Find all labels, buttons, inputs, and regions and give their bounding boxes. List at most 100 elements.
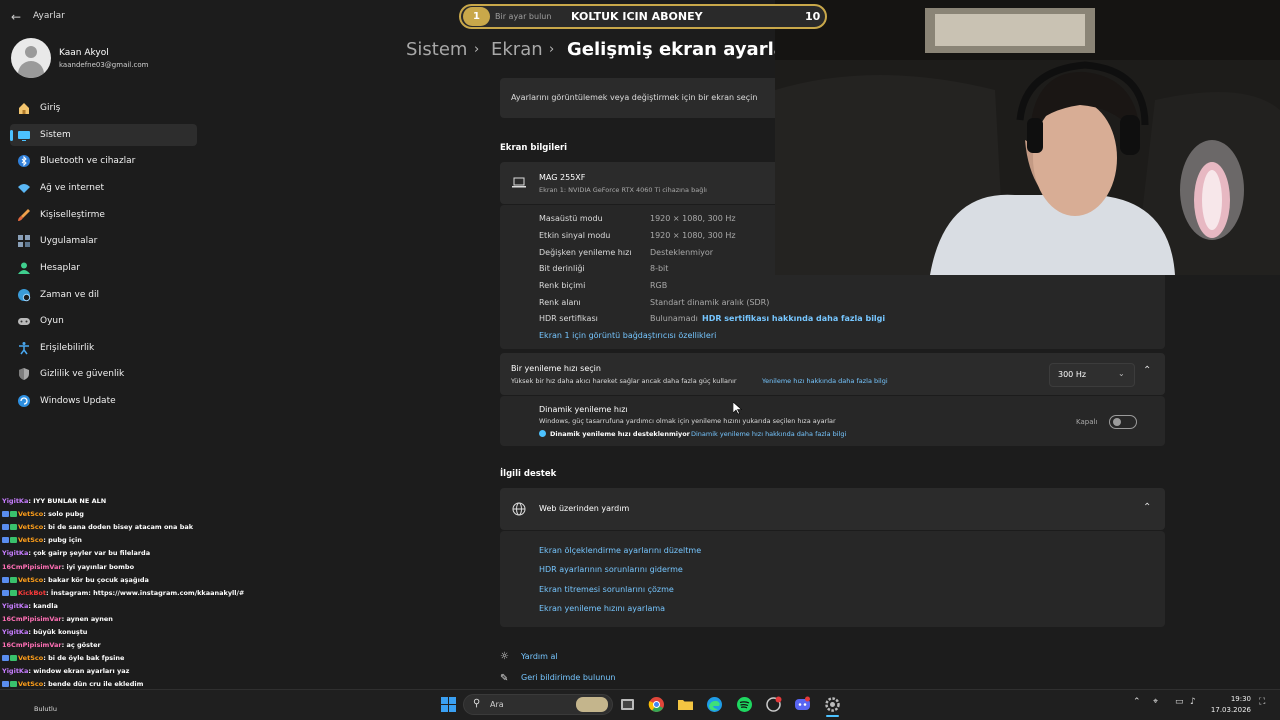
settings-search-input[interactable]: Bir ayar bulun	[495, 12, 551, 21]
chat-badge-icon	[10, 524, 17, 531]
dynamic-refresh-note: Dinamik yenileme hızı desteklenmiyor	[550, 430, 690, 438]
sidebar-item-label: Erişilebilirlik	[40, 343, 95, 353]
info-label: Renk alanı	[539, 298, 581, 307]
chevron-up-icon[interactable]: ⌃	[1143, 502, 1151, 513]
shield-icon	[19, 368, 29, 380]
chevron-up-icon[interactable]: ⌃	[1143, 365, 1151, 376]
info-value: 1920 × 1080, 300 Hz	[650, 214, 736, 223]
notification-bell-icon[interactable]: ⛶	[1259, 697, 1265, 707]
active-indicator	[10, 130, 13, 141]
sidebar-item-system[interactable]: Sistem	[10, 124, 197, 146]
chat-text: : pubg için	[43, 536, 82, 545]
sidebar-item-label: Bluetooth ve cihazlar	[40, 156, 136, 166]
refresh-rate-dropdown[interactable]: 300 Hz ⌄	[1049, 363, 1135, 387]
chat-username: YigitKa	[2, 601, 29, 610]
dynamic-refresh-desc: Windows, güç tasarrufuna yardımcı olmak …	[539, 417, 836, 425]
breadcrumb-system[interactable]: Sistem	[406, 39, 467, 60]
chat-username: 16CmPipisimVar	[2, 562, 62, 571]
sidebar-item-gaming[interactable]: Oyun	[10, 310, 197, 332]
sidebar-item-label: Windows Update	[40, 396, 116, 406]
tray-date[interactable]: 17.03.2026	[1205, 706, 1251, 714]
wifi-icon	[18, 184, 30, 193]
chat-text: : çok gairp şeyler var bu filelarda	[28, 549, 151, 558]
info-value: 8-bit	[650, 264, 669, 273]
webcam-overlay	[775, 0, 1280, 275]
volume-icon[interactable]: ♪	[1190, 697, 1196, 707]
sidebar-item-home[interactable]: Giriş	[10, 97, 197, 119]
get-help-link[interactable]: Yardım al	[521, 652, 558, 661]
dynamic-refresh-link[interactable]: Dinamik yenileme hızı hakkında daha fazl…	[691, 430, 846, 438]
feedback-link[interactable]: Geri bildirimde bulunun	[521, 673, 616, 682]
taskbar-search[interactable]: ⚲ Ara	[463, 694, 613, 715]
gamepad-icon	[18, 318, 30, 325]
bluetooth-icon	[18, 155, 30, 167]
sidebar-item-bluetooth[interactable]: Bluetooth ve cihazlar	[10, 150, 197, 172]
sidebar-item-personalization[interactable]: Kişiselleştirme	[10, 204, 197, 226]
chat-badge-icon	[2, 537, 9, 544]
support-link[interactable]: Ekran yenileme hızını ayarlama	[539, 604, 665, 613]
support-link[interactable]: HDR ayarlarının sorunlarını giderme	[539, 565, 683, 574]
info-label: Değişken yenileme hızı	[539, 248, 632, 257]
avatar[interactable]	[11, 38, 51, 78]
webcam-image	[775, 0, 1280, 275]
goal-current: 1	[463, 7, 490, 26]
info-value: Standart dinamik aralık (SDR)	[650, 298, 770, 307]
chat-username: VetSco	[18, 575, 44, 584]
refresh-info-link[interactable]: Yenileme hızı hakkında daha fazla bilgi	[762, 377, 888, 385]
chat-text: : kandla	[28, 601, 58, 610]
search-icon: ⚲	[473, 698, 481, 709]
monitor-subtitle: Ekran 1: NVIDIA GeForce RTX 4060 Ti ciha…	[539, 186, 707, 194]
chevron-up-icon[interactable]: ⌃	[1133, 697, 1141, 707]
tray-time[interactable]: 19:30	[1213, 695, 1251, 703]
breadcrumb-display[interactable]: Ekran	[491, 39, 543, 60]
windows-start-icon[interactable]	[440, 696, 457, 713]
chat-badge-icon	[2, 511, 9, 518]
file-explorer-icon[interactable]	[677, 696, 694, 713]
sidebar-item-apps[interactable]: Uygulamalar	[10, 230, 197, 252]
active-app-indicator	[826, 715, 839, 717]
network-icon[interactable]: ⌖	[1153, 697, 1158, 707]
select-display-label: Ayarlarını görüntülemek veya değiştirmek…	[511, 93, 758, 102]
chat-username: VetSco	[18, 523, 44, 532]
sidebar-item-privacy[interactable]: Gizlilik ve güvenlik	[10, 363, 197, 385]
edge-icon[interactable]	[706, 696, 723, 713]
settings-gear-icon[interactable]	[824, 696, 841, 713]
chat-message: 16CmPipisimVar: iyi yayınlar bombo	[2, 563, 134, 576]
back-arrow-icon[interactable]: ←	[8, 9, 24, 25]
sidebar-item-network[interactable]: Ağ ve internet	[10, 177, 197, 199]
monitor-name: MAG 255XF	[539, 173, 586, 182]
chat-message: YigitKa: kandla	[2, 602, 58, 615]
sidebar-item-windows-update[interactable]: Windows Update	[10, 390, 197, 412]
hdr-info-link[interactable]: HDR sertifikası hakkında daha fazla bilg…	[702, 314, 885, 323]
support-link[interactable]: Ekran ölçeklendirme ayarlarını düzeltme	[539, 546, 701, 555]
accessibility-icon	[19, 342, 29, 355]
sidebar-item-label: Ağ ve internet	[40, 183, 105, 193]
sidebar-item-label: Sistem	[40, 130, 71, 140]
chat-badge-icon	[2, 524, 9, 531]
chat-message: 16CmPipisimVar: aynen aynen	[2, 615, 113, 628]
chat-message: VetSco: pubg için	[2, 536, 82, 549]
globe-clock-icon	[18, 289, 31, 302]
task-view-icon[interactable]	[619, 696, 636, 713]
app-icon[interactable]	[765, 696, 782, 713]
monitor-icon[interactable]: ▭	[1175, 697, 1184, 707]
support-link[interactable]: Ekran titremesi sorunlarını çözme	[539, 585, 674, 594]
dynamic-refresh-toggle[interactable]	[1109, 415, 1137, 429]
web-help-title: Web üzerinden yardım	[539, 504, 630, 513]
sidebar-item-time-language[interactable]: Zaman ve dil	[10, 284, 197, 306]
info-label: Masaüstü modu	[539, 214, 603, 223]
chat-text: : büyük konuştu	[28, 628, 88, 636]
chat-badge-icon	[10, 537, 17, 544]
spotify-icon[interactable]	[736, 696, 753, 713]
adapter-properties-link[interactable]: Ekran 1 için görüntü bağdaştırıcısı özel…	[539, 331, 716, 340]
support-heading: İlgili destek	[500, 469, 557, 479]
chat-username: YigitKa	[2, 497, 29, 505]
sidebar-item-accounts[interactable]: Hesaplar	[10, 257, 197, 279]
chrome-icon[interactable]	[648, 696, 665, 713]
sidebar-item-accessibility[interactable]: Erişilebilirlik	[10, 337, 197, 359]
web-help-card[interactable]: Web üzerinden yardım ⌃	[500, 488, 1165, 530]
discord-icon[interactable]	[794, 696, 811, 713]
sidebar-item-label: Gizlilik ve güvenlik	[40, 369, 125, 379]
laptop-icon	[512, 177, 526, 188]
chat-text: : bende dün cru ile ekledim	[43, 680, 144, 689]
